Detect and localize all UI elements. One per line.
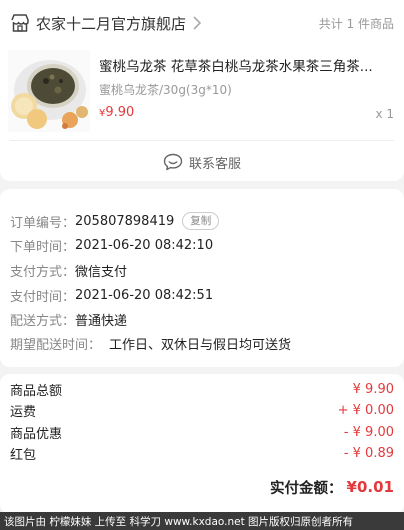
delivery-method-label: 配送方式： — [10, 313, 76, 329]
contact-service-label[interactable]: 联系客服 — [189, 153, 241, 172]
price-value: 9.90 — [105, 105, 135, 120]
total-paid-row: 实付金额： ¥0.01 — [270, 475, 394, 499]
store-icon — [11, 14, 29, 32]
discount-value: - ¥ 9.00 — [343, 424, 394, 440]
order-number-label: 订单编号： — [10, 215, 76, 231]
product-thumbnail[interactable] — [8, 50, 90, 132]
expected-delivery-label: 期望配送时间： — [10, 337, 102, 353]
contact-service-button[interactable]: 联系客服 — [0, 150, 404, 174]
order-number-row: 订单编号： 205807898419 复制 — [10, 211, 220, 231]
summary-row-discount: 商品优惠 - ¥ 9.00 — [10, 422, 394, 442]
discount-label: 商品优惠 — [10, 426, 63, 442]
shop-header[interactable]: 农家十二月官方旗舰店 — [10, 11, 202, 35]
divider — [10, 140, 394, 141]
shipping-label: 运费 — [10, 404, 37, 420]
product-image — [8, 50, 90, 132]
payment-time: 2021-06-20 08:42:51 — [75, 287, 214, 303]
item-count: 共计 1 件商品 — [318, 17, 394, 31]
summary-row-subtotal: 商品总额 ¥ 9.90 — [10, 379, 394, 399]
expected-delivery-time: 工作日、双休日与假日均可送货 — [109, 337, 292, 353]
shop-name[interactable]: 农家十二月官方旗舰店 — [36, 13, 186, 34]
summary-row-shipping: 运费 + ¥ 0.00 — [10, 400, 394, 420]
payment-method-row: 支付方式： 微信支付 — [10, 260, 127, 280]
total-paid-value: ¥0.01 — [346, 478, 394, 496]
delivery-method-row: 配送方式： 普通快递 — [10, 309, 127, 329]
red-packet-value: - ¥ 0.89 — [343, 445, 394, 461]
order-number: 205807898419 — [75, 213, 175, 229]
shop-card: 农家十二月官方旗舰店 共计 1 件商品 蜜桃乌龙茶 花草茶白桃乌龙茶水果茶三角茶… — [0, 0, 404, 181]
order-time-row: 下单时间： 2021-06-20 08:42:10 — [10, 235, 213, 255]
product-price: ¥9.90 — [99, 105, 134, 120]
order-time: 2021-06-20 08:42:10 — [75, 237, 214, 253]
payment-time-label: 支付时间： — [10, 289, 76, 305]
total-paid-label: 实付金额： — [270, 480, 343, 497]
product-title[interactable]: 蜜桃乌龙茶 花草茶白桃乌龙茶水果茶三角茶... — [99, 55, 394, 75]
chevron-right-icon — [193, 16, 202, 30]
subtotal-value: ¥ 9.90 — [352, 381, 394, 397]
order-time-label: 下单时间： — [10, 239, 76, 255]
copy-order-number-button[interactable]: 复制 — [182, 212, 220, 230]
red-packet-label: 红包 — [10, 447, 37, 463]
chat-bubble-icon — [163, 153, 183, 171]
summary-row-red-packet: 红包 - ¥ 0.89 — [10, 443, 394, 463]
watermark-bar: 该图片由 柠檬妹妹 上传至 科学刀 www.kxdao.net 图片版权归原创者… — [0, 512, 404, 530]
product-quantity: x 1 — [375, 107, 394, 121]
subtotal-label: 商品总额 — [10, 383, 63, 399]
payment-method: 微信支付 — [75, 264, 128, 280]
delivery-method: 普通快递 — [75, 313, 128, 329]
payment-method-label: 支付方式： — [10, 264, 76, 280]
shipping-value: + ¥ 0.00 — [337, 402, 394, 418]
product-spec: 蜜桃乌龙茶/30g(3g*10) — [99, 83, 232, 97]
expected-delivery-row: 期望配送时间： 工作日、双休日与假日均可送货 — [10, 333, 291, 353]
payment-time-row: 支付时间： 2021-06-20 08:42:51 — [10, 285, 213, 305]
